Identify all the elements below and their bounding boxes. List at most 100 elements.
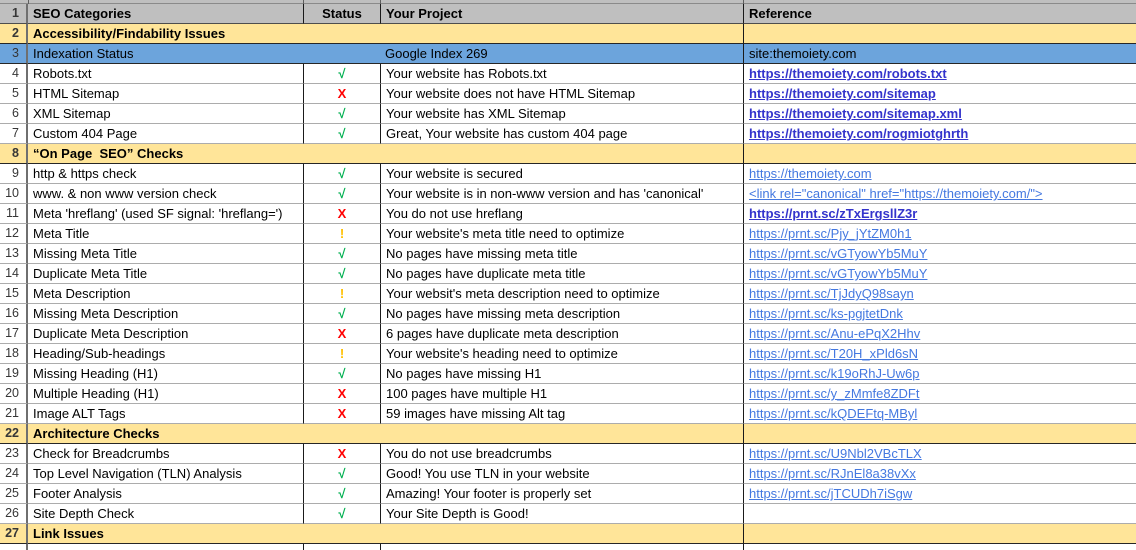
row-number[interactable]: 10 <box>0 184 28 204</box>
status-cell[interactable]: X <box>303 444 380 464</box>
row-number[interactable]: 22 <box>0 424 28 444</box>
reference-link[interactable]: https://prnt.sc/RJnEl8a38vXx <box>749 466 916 481</box>
section-header-cell[interactable]: Accessibility/Findability Issues <box>28 24 743 44</box>
reference-cell[interactable]: https://prnt.sc/vGTyowYb5MuY <box>743 264 1136 284</box>
project-cell[interactable]: 100 pages have multiple H1 <box>380 384 743 404</box>
reference-cell[interactable]: https://themoiety.com/sitemap <box>743 84 1136 104</box>
status-cell[interactable]: √ <box>303 464 380 484</box>
row-number[interactable]: 5 <box>0 84 28 104</box>
reference-link[interactable]: https://prnt.sc/TjJdyQ98sayn <box>749 286 914 301</box>
row-number[interactable]: 21 <box>0 404 28 424</box>
reference-link[interactable]: https://themoiety.com/sitemap.xml <box>749 106 962 121</box>
row-number[interactable]: 16 <box>0 304 28 324</box>
reference-link[interactable]: https://prnt.sc/zTxErgsllZ3r <box>749 206 917 221</box>
reference-cell[interactable]: <link rel="canonical" href="https://them… <box>743 184 1136 204</box>
reference-cell[interactable]: https://prnt.sc/ks-pgjtetDnk <box>743 304 1136 324</box>
reference-cell[interactable]: https://prnt.sc/T20H_xPld6sN <box>743 344 1136 364</box>
project-cell[interactable]: 6 pages have duplicate meta description <box>380 324 743 344</box>
reference-link[interactable]: https://themoiety.com/rogmiotghrth <box>749 126 968 141</box>
category-cell[interactable]: Robots.txt <box>28 64 303 84</box>
project-cell[interactable]: Amazing! Your footer is properly set <box>380 484 743 504</box>
status-cell[interactable]: ! <box>303 344 380 364</box>
reference-link[interactable]: https://themoiety.com/robots.txt <box>749 66 947 81</box>
row-number[interactable]: 15 <box>0 284 28 304</box>
reference-link[interactable]: https://prnt.sc/T20H_xPld6sN <box>749 346 918 361</box>
category-cell[interactable]: Missing Heading (H1) <box>28 364 303 384</box>
status-cell[interactable]: √ <box>303 364 380 384</box>
column-header-your-project[interactable]: Your Project <box>380 4 743 24</box>
reference-link[interactable]: https://prnt.sc/ks-pgjtetDnk <box>749 306 903 321</box>
project-cell[interactable]: Your website has XML Sitemap <box>380 104 743 124</box>
reference-cell[interactable]: site:themoiety.com <box>743 44 1136 64</box>
reference-link[interactable]: https://themoiety.com/sitemap <box>749 86 936 101</box>
status-cell[interactable]: √ <box>303 484 380 504</box>
status-cell[interactable]: √ <box>303 264 380 284</box>
project-cell[interactable]: You do not use hreflang <box>380 204 743 224</box>
category-cell[interactable]: Duplicate Meta Description <box>28 324 303 344</box>
category-cell[interactable]: HTML Sitemap <box>28 84 303 104</box>
project-cell[interactable]: You do not use breadcrumbs <box>380 444 743 464</box>
row-number[interactable]: 23 <box>0 444 28 464</box>
status-cell[interactable]: √ <box>303 504 380 524</box>
row-number[interactable]: 9 <box>0 164 28 184</box>
category-cell[interactable]: www. & non www version check <box>28 184 303 204</box>
project-cell[interactable]: Good! You use TLN in your website <box>380 464 743 484</box>
category-cell[interactable]: Duplicate Meta Title <box>28 264 303 284</box>
project-cell[interactable]: Great, Your website has custom 404 page <box>380 124 743 144</box>
status-cell[interactable]: √ <box>303 124 380 144</box>
project-cell[interactable]: Your website's heading need to optimize <box>380 344 743 364</box>
category-cell[interactable]: Heading/Sub-headings <box>28 344 303 364</box>
reference-cell[interactable]: https://prnt.sc/kQDEFtq-MByl <box>743 404 1136 424</box>
project-cell[interactable]: No pages have missing H1 <box>380 364 743 384</box>
category-cell[interactable]: Missing Meta Title <box>28 244 303 264</box>
section-reference-cell[interactable] <box>743 424 1136 444</box>
status-cell[interactable]: X <box>303 324 380 344</box>
row-number[interactable]: 6 <box>0 104 28 124</box>
row-number[interactable]: 20 <box>0 384 28 404</box>
status-cell[interactable]: X <box>303 84 380 104</box>
column-header-reference[interactable]: Reference <box>743 4 1136 24</box>
section-header-cell[interactable]: Architecture Checks <box>28 424 743 444</box>
status-cell[interactable]: √ <box>303 184 380 204</box>
status-cell[interactable]: ! <box>303 284 380 304</box>
row-number[interactable]: 25 <box>0 484 28 504</box>
project-cell[interactable]: Your website has Robots.txt <box>380 64 743 84</box>
reference-link[interactable]: https://prnt.sc/jTCUDh7iSgw <box>749 486 912 501</box>
row-number[interactable]: 12 <box>0 224 28 244</box>
reference-link[interactable]: https://prnt.sc/U9Nbl2VBcTLX <box>749 446 922 461</box>
category-cell[interactable]: Meta 'hreflang' (used SF signal: 'hrefla… <box>28 204 303 224</box>
category-cell[interactable]: Custom 404 Page <box>28 124 303 144</box>
category-cell[interactable]: http & https check <box>28 164 303 184</box>
status-cell[interactable]: √ <box>303 64 380 84</box>
column-header-status[interactable]: Status <box>303 4 380 24</box>
status-cell[interactable]: √ <box>303 104 380 124</box>
status-cell[interactable]: X <box>303 404 380 424</box>
status-cell[interactable]: X <box>303 384 380 404</box>
reference-cell[interactable]: https://prnt.sc/zTxErgsllZ3r <box>743 204 1136 224</box>
reference-cell[interactable]: https://prnt.sc/Anu-ePqX2Hhv <box>743 324 1136 344</box>
reference-link[interactable]: https://prnt.sc/Anu-ePqX2Hhv <box>749 326 920 341</box>
reference-cell[interactable]: https://prnt.sc/k19oRhJ-Uw6p <box>743 364 1136 384</box>
category-cell[interactable]: XML Sitemap <box>28 104 303 124</box>
project-cell[interactable]: No pages have duplicate meta title <box>380 264 743 284</box>
category-cell[interactable]: Top Level Navigation (TLN) Analysis <box>28 464 303 484</box>
row-number[interactable]: 1 <box>0 4 28 24</box>
category-cell[interactable]: Image ALT Tags <box>28 404 303 424</box>
reference-link[interactable]: https://prnt.sc/y_zMmfe8ZDFt <box>749 386 920 401</box>
status-cell[interactable]: √ <box>303 304 380 324</box>
section-reference-cell[interactable] <box>743 524 1136 544</box>
reference-cell[interactable]: https://themoiety.com/rogmiotghrth <box>743 124 1136 144</box>
row-number[interactable]: 8 <box>0 144 28 164</box>
row-number[interactable]: 11 <box>0 204 28 224</box>
project-cell[interactable]: Your website does not have HTML Sitemap <box>380 84 743 104</box>
project-cell[interactable]: Google Index 269 <box>380 44 743 64</box>
reference-cell[interactable]: https://themoiety.com/sitemap.xml <box>743 104 1136 124</box>
reference-cell[interactable]: https://prnt.sc/Pjy_jYtZM0h1 <box>743 224 1136 244</box>
category-cell[interactable]: Site Depth Check <box>28 504 303 524</box>
section-reference-cell[interactable] <box>743 24 1136 44</box>
category-cell[interactable]: Indexation Status <box>28 44 380 64</box>
column-header-seo-categories[interactable]: SEO Categories <box>28 4 303 24</box>
project-cell[interactable]: 59 images have missing Alt tag <box>380 404 743 424</box>
category-cell[interactable]: Meta Title <box>28 224 303 244</box>
row-number[interactable]: 3 <box>0 44 28 64</box>
